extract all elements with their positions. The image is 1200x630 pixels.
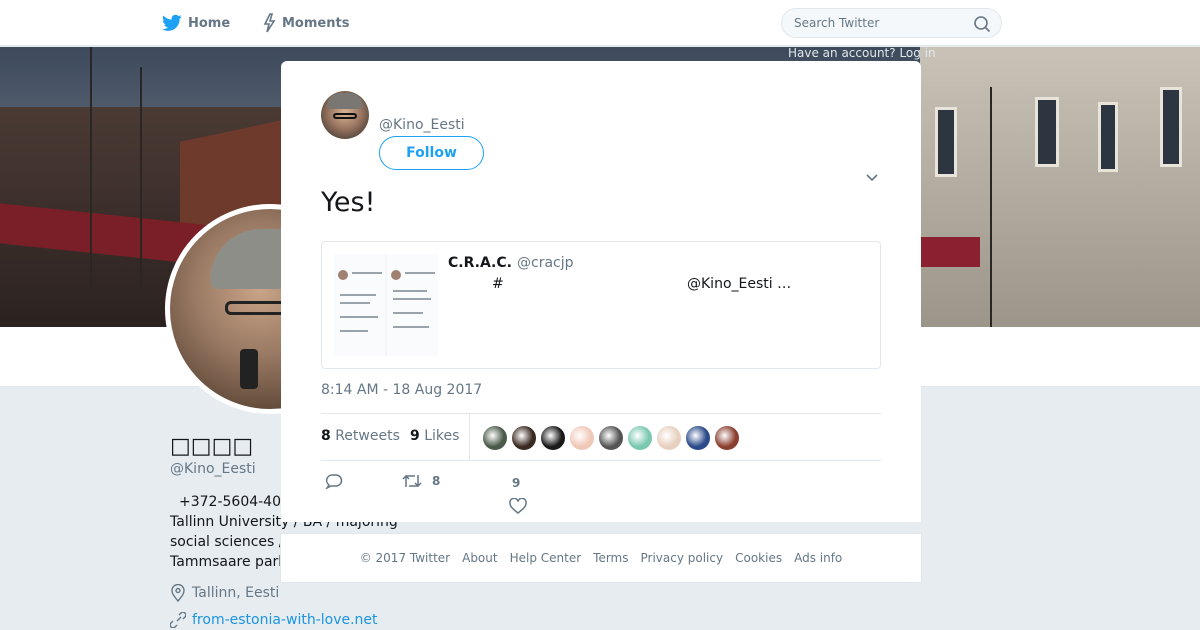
retweets-stat[interactable]: 8 Retweets: [321, 428, 400, 444]
author-handle[interactable]: @Kino_Eesti: [379, 117, 465, 133]
reply-button[interactable]: [325, 473, 343, 489]
liker-avatar[interactable]: [714, 425, 740, 451]
search-input[interactable]: [794, 16, 964, 30]
close-icon[interactable]: [1154, 12, 1178, 36]
twitter-bird-icon: [162, 14, 182, 31]
top-nav: Home Moments: [0, 0, 1200, 46]
search-box: [781, 8, 1002, 38]
tweet-stats: 8 Retweets 9 Likes: [321, 413, 881, 461]
thumbnail-line: [393, 312, 423, 314]
like-count: 9: [512, 476, 521, 490]
reply-icon: [325, 474, 343, 489]
banner-window: [1160, 87, 1182, 167]
banner-tree: [990, 87, 992, 327]
nav-moments[interactable]: Moments: [262, 12, 349, 34]
banner-tree: [90, 47, 92, 287]
author-avatar[interactable]: [321, 91, 369, 139]
heart-icon[interactable]: [509, 498, 527, 514]
thumbnail-avatar: [391, 270, 401, 280]
retweets-label: Retweets: [335, 428, 400, 444]
footer-link-about[interactable]: About: [462, 551, 497, 565]
stats-divider: [469, 414, 470, 460]
quote-mention[interactable]: @Kino_Eesti …: [687, 276, 791, 292]
quote-author-handle: @cracjp: [517, 255, 574, 271]
liker-avatar[interactable]: [482, 425, 508, 451]
retweet-icon: [402, 474, 422, 488]
profile-url[interactable]: from-estonia-with-love.net: [170, 612, 378, 628]
footer-link-cookies[interactable]: Cookies: [735, 551, 782, 565]
thumbnail-line: [393, 326, 429, 328]
login-hint[interactable]: Have an account? Log in: [788, 46, 936, 60]
liker-avatar[interactable]: [685, 425, 711, 451]
tweet-modal: @Kino_Eesti Follow Yes! C.R.A.C. @cracjp…: [281, 61, 921, 522]
footer-link-terms[interactable]: Terms: [593, 551, 628, 565]
nav-home-label: Home: [188, 15, 231, 31]
liker-avatar[interactable]: [627, 425, 653, 451]
thumbnail-column: [387, 254, 438, 356]
footer-link-privacy[interactable]: Privacy policy: [641, 551, 724, 565]
likes-stat[interactable]: 9 Likes: [410, 428, 459, 444]
banner-tree: [140, 67, 142, 287]
banner-window: [1098, 102, 1118, 172]
footer-copyright: © 2017 Twitter: [359, 551, 451, 565]
footer-link-help[interactable]: Help Center: [510, 551, 582, 565]
likers-avatars: [482, 425, 740, 451]
avatar-hat: [327, 93, 363, 109]
quoted-tweet[interactable]: C.R.A.C. @cracjp # @Kino_Eesti …: [321, 241, 881, 369]
profile-display-name: □□□□: [170, 434, 254, 459]
thumbnail-line: [340, 294, 376, 296]
likes-count: 9: [410, 428, 420, 444]
footer: © 2017 Twitter About Help Center Terms P…: [280, 533, 922, 583]
thumbnail-line: [340, 302, 370, 304]
nav-moments-label: Moments: [282, 15, 350, 31]
avatar-mic: [240, 349, 258, 389]
footer-link-ads[interactable]: Ads info: [794, 551, 842, 565]
banner-window: [935, 107, 957, 177]
thumbnail-line: [405, 272, 435, 274]
retweet-button[interactable]: 8: [402, 473, 440, 489]
liker-avatar[interactable]: [598, 425, 624, 451]
likes-label: Likes: [424, 428, 460, 444]
tweet-actions: 8 9: [321, 469, 881, 519]
retweet-count: 8: [432, 474, 441, 488]
tweet-text: Yes!: [321, 187, 376, 218]
thumbnail-line: [340, 330, 368, 332]
follow-button[interactable]: Follow: [379, 136, 484, 170]
liker-avatar[interactable]: [511, 425, 537, 451]
quote-thumbnail: [334, 254, 438, 356]
liker-avatar[interactable]: [656, 425, 682, 451]
thumbnail-column: [334, 254, 385, 356]
banner-awning-right: [920, 237, 980, 267]
location-pin-icon: [171, 584, 185, 602]
thumbnail-avatar: [338, 270, 348, 280]
avatar-glasses: [333, 113, 357, 119]
thumbnail-line: [393, 298, 431, 300]
thumbnail-line: [393, 290, 427, 292]
quote-hashtag[interactable]: #: [492, 276, 504, 292]
profile-handle: @Kino_Eesti: [170, 461, 256, 477]
thumbnail-line: [340, 316, 378, 318]
url-text[interactable]: from-estonia-with-love.net: [192, 612, 378, 628]
location-text: Tallinn, Eesti: [192, 585, 280, 601]
profile-location: Tallinn, Eesti: [170, 584, 279, 602]
search-icon[interactable]: [973, 15, 991, 33]
liker-avatar[interactable]: [569, 425, 595, 451]
link-icon: [170, 612, 186, 628]
thumbnail-line: [352, 272, 382, 274]
banner-building-right: [920, 47, 1200, 327]
retweets-count: 8: [321, 428, 331, 444]
tweet-timestamp: 8:14 AM - 18 Aug 2017: [321, 382, 483, 398]
banner-window: [1035, 97, 1059, 167]
liker-avatar[interactable]: [540, 425, 566, 451]
nav-home[interactable]: Home: [162, 12, 230, 34]
chevron-down-icon[interactable]: [865, 173, 879, 183]
quote-author-name: C.R.A.C.: [448, 255, 512, 271]
lightning-icon: [263, 13, 276, 33]
